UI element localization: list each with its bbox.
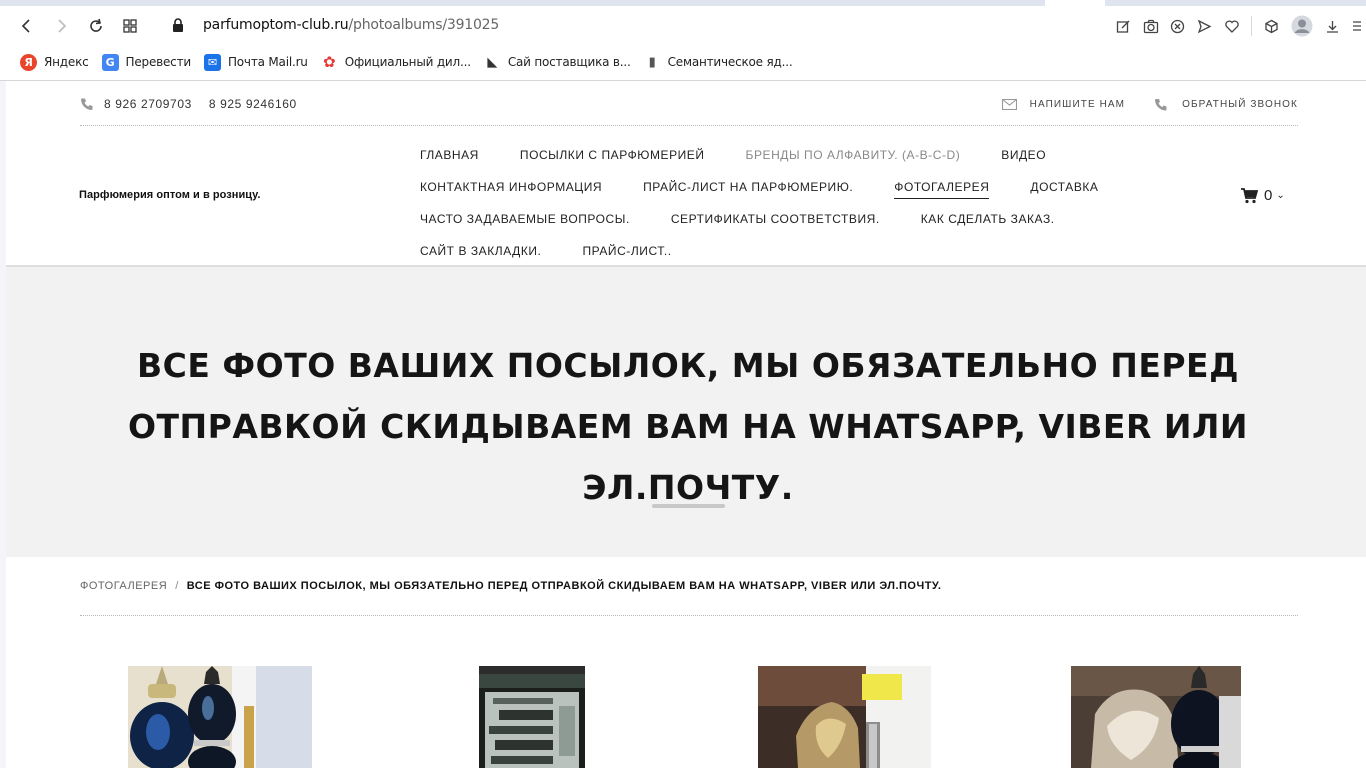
callback-phone-icon bbox=[1155, 99, 1167, 111]
bookmark-label: Перевести bbox=[125, 55, 192, 69]
flower-icon: ✿ bbox=[323, 53, 336, 71]
back-icon[interactable] bbox=[14, 14, 38, 38]
breadcrumb-divider bbox=[80, 615, 1298, 616]
browser-toolbar bbox=[1110, 14, 1366, 38]
bookmark-label: Яндекс bbox=[44, 55, 89, 69]
download-icon[interactable] bbox=[1319, 14, 1346, 38]
nav-item-certificates[interactable]: СЕРТИФИКАТЫ СООТВЕТСТВИЯ. bbox=[671, 212, 880, 226]
nav-item-home[interactable]: ГЛАВНАЯ bbox=[420, 148, 479, 162]
envelope-icon bbox=[1001, 98, 1017, 110]
breadcrumb-current: ВСЕ ФОТО ВАШИХ ПОСЫЛОК, МЫ ОБЯЗАТЕЛЬНО П… bbox=[186, 580, 942, 592]
address-bar: parfumoptom-club.ru/photoalbums/391025 bbox=[0, 6, 1366, 48]
nav-item-brands[interactable]: БРЕНДЫ ПО АЛФАВИТУ. (A-B-C-D) bbox=[746, 148, 961, 162]
grid-icon[interactable] bbox=[118, 14, 142, 38]
logo-text[interactable]: Парфюмерия оптом и в розницу. bbox=[79, 189, 260, 201]
top-info-bar: 8 926 2709703 8 925 9246160 НАПИШИТЕ НАМ… bbox=[80, 97, 1298, 113]
cart-icon bbox=[1241, 187, 1258, 203]
phone-number-1[interactable]: 8 926 2709703 bbox=[104, 97, 192, 111]
phones: 8 926 2709703 8 925 9246160 bbox=[80, 97, 314, 111]
send-icon[interactable] bbox=[1191, 14, 1218, 38]
phone-number-2[interactable]: 8 925 9246160 bbox=[209, 97, 297, 111]
mail-icon: ✉ bbox=[203, 53, 221, 71]
lock-icon[interactable] bbox=[172, 18, 184, 38]
nav-row-4: САЙТ В ЗАКЛАДКИ. ПРАЙС-ЛИСТ.. bbox=[420, 235, 1180, 267]
nav-row-3: ЧАСТО ЗАДАВАЕМЫЕ ВОПРОСЫ. СЕРТИФИКАТЫ СО… bbox=[420, 203, 1180, 235]
nav-item-faq[interactable]: ЧАСТО ЗАДАВАЕМЫЕ ВОПРОСЫ. bbox=[420, 212, 630, 226]
contact-links: НАПИШИТЕ НАМ ОБРАТНЫЙ ЗВОНОК bbox=[974, 97, 1298, 111]
bookmark-label: Семантическое яд... bbox=[667, 55, 793, 69]
nav-item-price-list-perfume[interactable]: ПРАЙС-ЛИСТ НА ПАРФЮМЕРИЮ. bbox=[643, 180, 853, 194]
camera-icon[interactable] bbox=[1137, 14, 1164, 38]
bookmark-label: Почта Mail.ru bbox=[227, 55, 308, 69]
nav-item-price-list[interactable]: ПРАЙС-ЛИСТ.. bbox=[582, 244, 671, 258]
callback-label: ОБРАТНЫЙ ЗВОНОК bbox=[1182, 98, 1298, 110]
nav-item-delivery[interactable]: ДОСТАВКА bbox=[1030, 180, 1098, 194]
url-field[interactable]: parfumoptom-club.ru/photoalbums/391025 bbox=[203, 17, 499, 33]
cart-count: 0 bbox=[1264, 187, 1273, 204]
bookmark-label: Сай поставщика в... bbox=[507, 55, 631, 69]
chevron-down-icon: ⌄ bbox=[1276, 190, 1285, 201]
main-nav: ГЛАВНАЯ ПОСЫЛКИ С ПАРФЮМЕРИЕЙ БРЕНДЫ ПО … bbox=[420, 139, 1180, 267]
nav-row-1: ГЛАВНАЯ ПОСЫЛКИ С ПАРФЮМЕРИЕЙ БРЕНДЫ ПО … bbox=[420, 139, 1180, 171]
edit-icon[interactable] bbox=[1110, 14, 1137, 38]
nav-item-contacts[interactable]: КОНТАКТНАЯ ИНФОРМАЦИЯ bbox=[420, 180, 602, 194]
page-title: ВСЕ ФОТО ВАШИХ ПОСЫЛОК, МЫ ОБЯЗАТЕЛЬНО П… bbox=[127, 346, 1249, 507]
bookmark-semantic[interactable]: ▮ Семантическое яд... bbox=[644, 54, 793, 71]
reload-icon[interactable] bbox=[84, 14, 108, 38]
url-host: parfumoptom-club.ru bbox=[203, 17, 349, 33]
url-path: /photoalbums/391025 bbox=[348, 17, 500, 33]
header-top-divider bbox=[80, 125, 1298, 126]
photo-thumbnail-1[interactable] bbox=[128, 666, 312, 768]
breadcrumb: ФОТОГАЛЕРЕЯ / ВСЕ ФОТО ВАШИХ ПОСЫЛОК, МЫ О… bbox=[80, 580, 941, 592]
photo-thumbnail-3[interactable] bbox=[758, 666, 931, 768]
phone-icon bbox=[81, 98, 93, 110]
write-us-label: НАПИШИТЕ НАМ bbox=[1029, 98, 1126, 110]
document-icon: ▮ bbox=[648, 54, 656, 70]
toolbar-divider bbox=[1251, 16, 1252, 36]
title-underline bbox=[652, 504, 725, 508]
write-us-link[interactable]: НАПИШИТЕ НАМ bbox=[1001, 98, 1126, 110]
translate-icon: G bbox=[101, 53, 119, 71]
page: 8 926 2709703 8 925 9246160 НАПИШИТЕ НАМ… bbox=[6, 81, 1366, 768]
breadcrumb-separator: / bbox=[175, 580, 179, 592]
bookmark-translate[interactable]: G Перевести bbox=[101, 53, 192, 71]
nav-item-parcels[interactable]: ПОСЫЛКИ С ПАРФЮМЕРИЕЙ bbox=[520, 148, 705, 162]
bookmark-mail[interactable]: ✉ Почта Mail.ru bbox=[203, 53, 308, 71]
nav-item-bookmark-site[interactable]: САЙТ В ЗАКЛАДКИ. bbox=[420, 244, 541, 258]
cart-button[interactable]: 0 ⌄ bbox=[1240, 187, 1285, 204]
callback-link[interactable]: ОБРАТНЫЙ ЗВОНОК bbox=[1153, 97, 1298, 111]
nav-item-video[interactable]: ВИДЕО bbox=[1001, 148, 1046, 162]
photo-thumbnail-2[interactable] bbox=[479, 666, 585, 768]
bird-icon: ◣ bbox=[487, 54, 498, 70]
bookmark-supplier[interactable]: ◣ Сай поставщика в... bbox=[484, 54, 631, 71]
avatar-icon[interactable] bbox=[1285, 14, 1319, 38]
bookmarks-bar: Я Яндекс G Перевести ✉ Почта Mail.ru ✿ О… bbox=[0, 48, 1366, 76]
nav-item-photo-gallery[interactable]: ФОТОГАЛЕРЕЯ bbox=[894, 180, 990, 199]
nav-item-how-to-order[interactable]: КАК СДЕЛАТЬ ЗАКАЗ. bbox=[921, 212, 1055, 226]
bookmark-yandex[interactable]: Я Яндекс bbox=[20, 53, 89, 71]
cube-icon[interactable] bbox=[1258, 14, 1285, 38]
bookmark-official-dealer[interactable]: ✿ Официальный дил... bbox=[321, 53, 471, 71]
bookmark-label: Официальный дил... bbox=[344, 55, 471, 69]
forward-icon[interactable] bbox=[50, 14, 74, 38]
breadcrumb-photo-gallery[interactable]: ФОТОГАЛЕРЕЯ bbox=[80, 580, 167, 592]
shield-icon[interactable] bbox=[1164, 14, 1191, 38]
menu-icon[interactable] bbox=[1346, 14, 1366, 38]
heart-icon[interactable] bbox=[1218, 14, 1245, 38]
hero-banner: ВСЕ ФОТО ВАШИХ ПОСЫЛОК, МЫ ОБЯЗАТЕЛЬНО П… bbox=[6, 267, 1366, 557]
photo-thumbnail-4[interactable] bbox=[1071, 666, 1241, 768]
yandex-icon: Я bbox=[20, 53, 37, 71]
nav-row-2: КОНТАКТНАЯ ИНФОРМАЦИЯ ПРАЙС-ЛИСТ НА ПАРФ… bbox=[420, 171, 1180, 203]
